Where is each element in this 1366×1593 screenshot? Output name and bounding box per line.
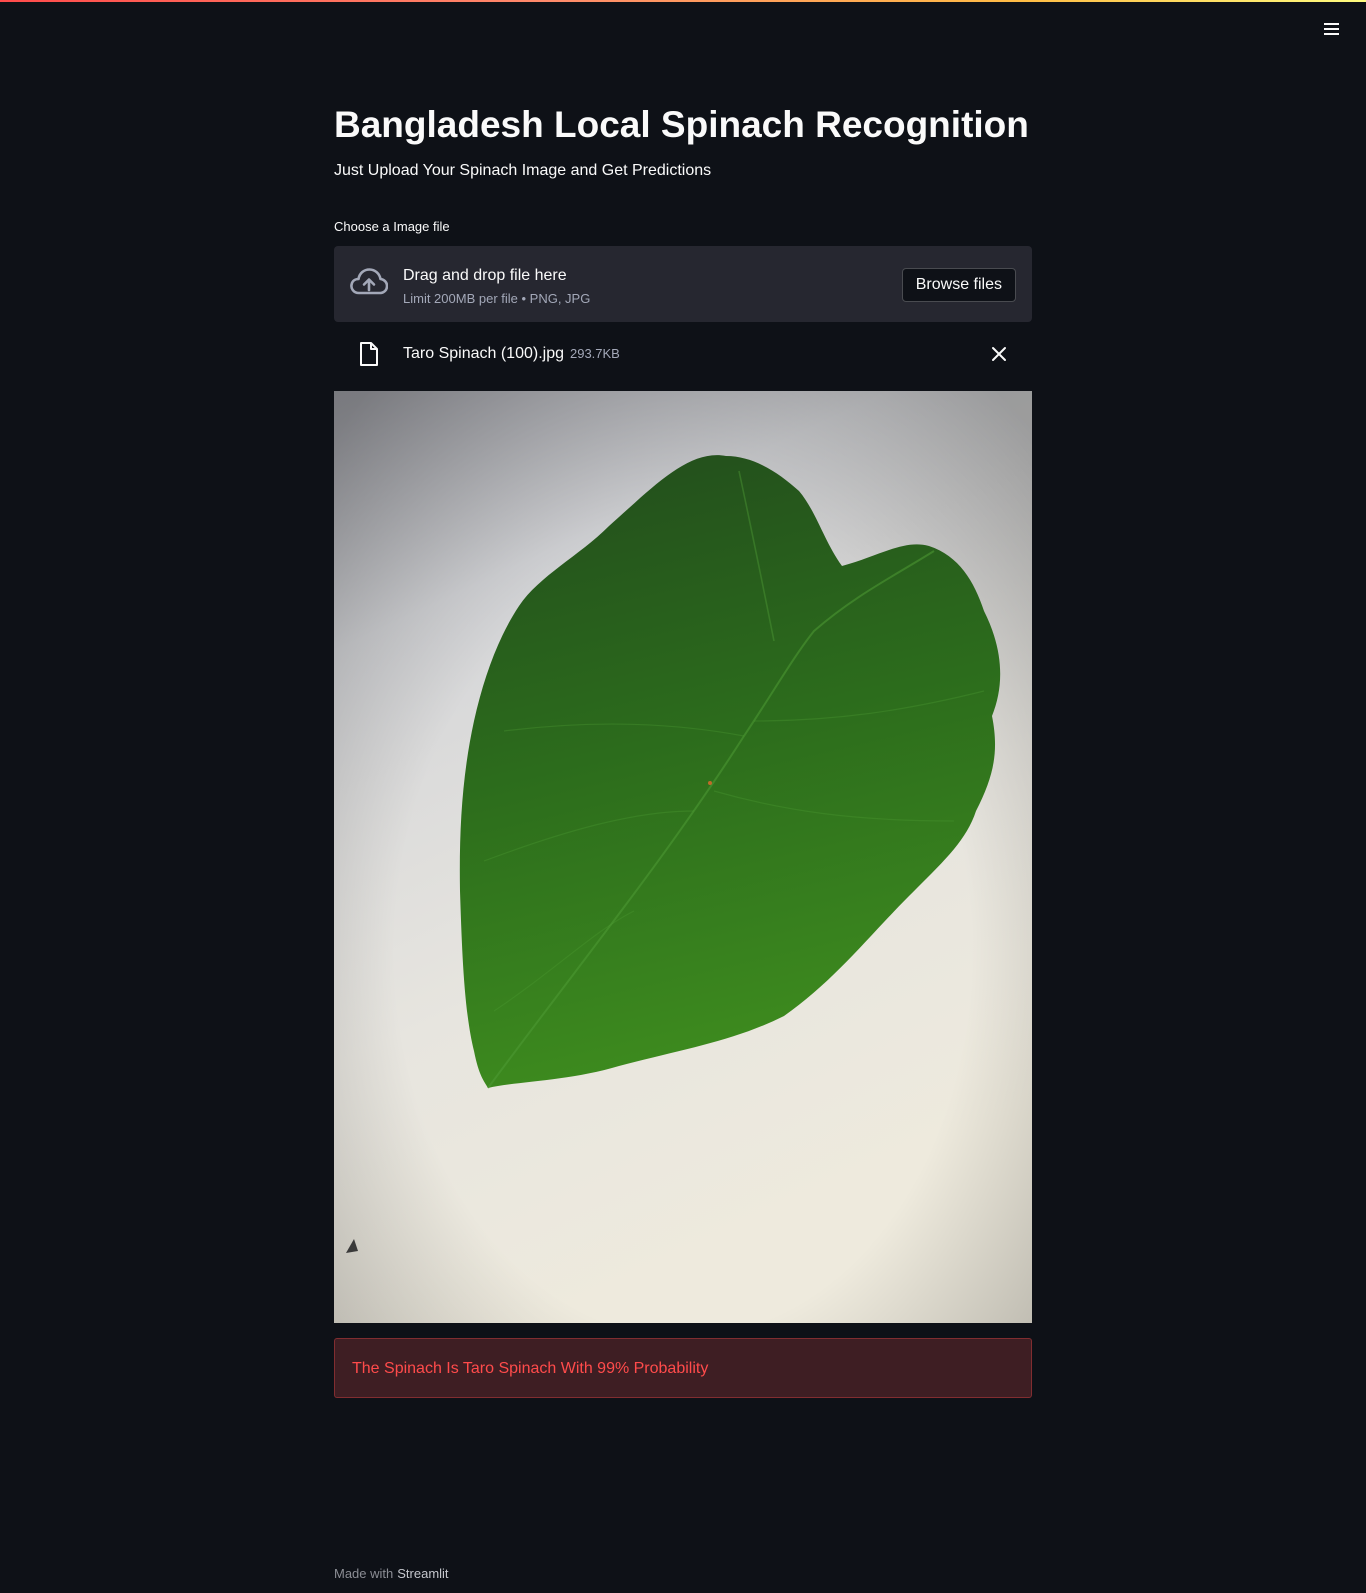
file-uploader-label: Choose a Image file xyxy=(334,219,450,234)
cloud-upload-icon xyxy=(350,268,388,295)
dropzone-limits: Limit 200MB per file • PNG, JPG xyxy=(403,291,591,306)
browse-files-button[interactable]: Browse files xyxy=(901,268,1016,302)
page-subtitle: Just Upload Your Spinach Image and Get P… xyxy=(334,162,712,179)
dropzone-instructions: Drag and drop file here xyxy=(403,267,567,284)
uploaded-image-preview xyxy=(334,391,1032,1323)
top-decoration-bar xyxy=(0,0,1366,2)
uploaded-file-label: Taro Spinach (100).jpg 293.7KB xyxy=(403,343,620,365)
footer: Made with Streamlit xyxy=(334,1565,449,1583)
page-title: Bangladesh Local Spinach Recognition xyxy=(334,104,1029,145)
uploaded-file-name: Taro Spinach (100).jpg xyxy=(403,345,564,362)
main-menu-button[interactable] xyxy=(1316,14,1346,44)
file-dropzone[interactable]: Drag and drop file here Limit 200MB per … xyxy=(334,246,1032,322)
uploaded-file-size: 293.7KB xyxy=(569,346,620,361)
streamlit-link[interactable]: Streamlit xyxy=(397,1566,448,1581)
close-icon[interactable] xyxy=(988,343,1010,365)
prediction-result-text: The Spinach Is Taro Spinach With 99% Pro… xyxy=(352,1360,709,1377)
uploaded-file-item: Taro Spinach (100).jpg 293.7KB xyxy=(334,334,1032,374)
file-icon xyxy=(360,342,378,366)
hamburger-menu-icon xyxy=(1323,28,1339,30)
prediction-result-alert: The Spinach Is Taro Spinach With 99% Pro… xyxy=(334,1338,1032,1398)
footer-prefix: Made with xyxy=(334,1566,394,1581)
